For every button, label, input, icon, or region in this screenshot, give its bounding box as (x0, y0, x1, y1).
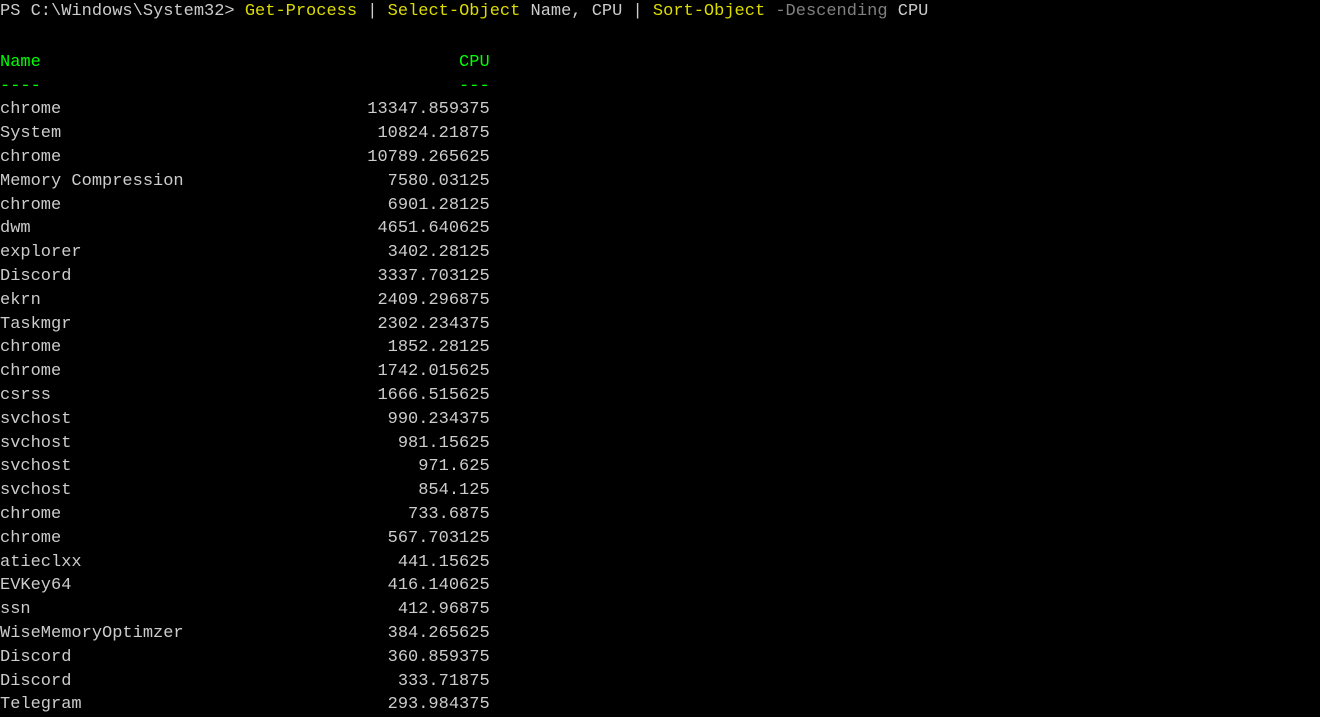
process-cpu: 412.96875 (367, 598, 489, 622)
process-cpu: 2302.234375 (367, 313, 489, 337)
table-row: chrome567.703125 (0, 527, 1320, 551)
table-row: ssn412.96875 (0, 598, 1320, 622)
table-row: Discord360.859375 (0, 646, 1320, 670)
process-cpu: 971.625 (367, 455, 489, 479)
process-cpu: 293.984375 (367, 693, 489, 717)
process-name: Discord (0, 646, 367, 670)
process-name: chrome (0, 527, 367, 551)
process-name: svchost (0, 432, 367, 456)
args-select: Name, CPU (520, 2, 632, 21)
process-cpu: 3337.703125 (367, 265, 489, 289)
process-cpu: 854.125 (367, 479, 489, 503)
prompt-line: PS C:\Windows\System32> Get-Process | Se… (0, 0, 1320, 28)
table-row: svchost981.15625 (0, 432, 1320, 456)
pipe-2: | (633, 2, 653, 21)
table-row: chrome10789.265625 (0, 146, 1320, 170)
process-name: svchost (0, 479, 367, 503)
cmdlet-get-process: Get-Process (245, 2, 357, 21)
table-row: explorer3402.28125 (0, 241, 1320, 265)
powershell-terminal[interactable]: PS C:\Windows\System32> Get-Process | Se… (0, 0, 1320, 717)
table-body: chrome13347.859375System10824.21875chrom… (0, 98, 1320, 717)
table-row: atieclxx441.15625 (0, 551, 1320, 575)
process-cpu: 10789.265625 (367, 146, 489, 170)
process-cpu: 13347.859375 (367, 98, 489, 122)
process-cpu: 416.140625 (367, 574, 489, 598)
cmdlet-sort-object: Sort-Object (653, 2, 765, 21)
process-name: svchost (0, 408, 367, 432)
table-row: System10824.21875 (0, 122, 1320, 146)
process-name: System (0, 122, 367, 146)
table-row: svchost971.625 (0, 455, 1320, 479)
process-name: chrome (0, 503, 367, 527)
process-cpu: 4651.640625 (367, 217, 489, 241)
process-name: chrome (0, 146, 367, 170)
process-cpu: 2409.296875 (367, 289, 489, 313)
process-name: chrome (0, 194, 367, 218)
table-row: WiseMemoryOptimzer384.265625 (0, 622, 1320, 646)
process-cpu: 384.265625 (367, 622, 489, 646)
process-cpu: 10824.21875 (367, 122, 489, 146)
process-name: chrome (0, 336, 367, 360)
process-name: ssn (0, 598, 367, 622)
process-name: ekrn (0, 289, 367, 313)
pipe-1: | (357, 2, 388, 21)
table-row: chrome1852.28125 (0, 336, 1320, 360)
process-cpu: 6901.28125 (367, 194, 489, 218)
table-row: csrss1666.515625 (0, 384, 1320, 408)
process-cpu: 733.6875 (367, 503, 489, 527)
prompt-prefix: PS C:\Windows\System32> (0, 2, 245, 21)
process-name: csrss (0, 384, 367, 408)
process-name: WiseMemoryOptimzer (0, 622, 367, 646)
table-row: chrome1742.015625 (0, 360, 1320, 384)
table-row: Memory Compression7580.03125 (0, 170, 1320, 194)
process-cpu: 567.703125 (367, 527, 489, 551)
process-name: chrome (0, 360, 367, 384)
switch-descending: -Descending (765, 2, 898, 21)
process-cpu: 441.15625 (367, 551, 489, 575)
process-cpu: 7580.03125 (367, 170, 489, 194)
table-row: svchost990.234375 (0, 408, 1320, 432)
process-name: Memory Compression (0, 170, 367, 194)
table-row: Taskmgr2302.234375 (0, 313, 1320, 337)
process-cpu: 3402.28125 (367, 241, 489, 265)
process-cpu: 1742.015625 (367, 360, 489, 384)
table-row: Telegram293.984375 (0, 693, 1320, 717)
table-row: svchost854.125 (0, 479, 1320, 503)
process-name: dwm (0, 217, 367, 241)
header-cpu: CPU (367, 51, 489, 75)
process-cpu: 981.15625 (367, 432, 489, 456)
header-name: Name (0, 51, 367, 75)
process-cpu: 1852.28125 (367, 336, 489, 360)
process-cpu: 360.859375 (367, 646, 489, 670)
process-name: chrome (0, 98, 367, 122)
table-header: NameCPU (0, 51, 1320, 75)
divider-name: ---- (0, 75, 367, 99)
table-divider: ------- (0, 75, 1320, 99)
table-row: EVKey64416.140625 (0, 574, 1320, 598)
process-name: explorer (0, 241, 367, 265)
process-name: Telegram (0, 693, 367, 717)
process-name: svchost (0, 455, 367, 479)
process-name: Discord (0, 265, 367, 289)
divider-cpu: --- (367, 75, 489, 99)
process-cpu: 1666.515625 (367, 384, 489, 408)
table-row: Discord3337.703125 (0, 265, 1320, 289)
process-name: EVKey64 (0, 574, 367, 598)
process-name: atieclxx (0, 551, 367, 575)
table-row: chrome13347.859375 (0, 98, 1320, 122)
table-row: chrome6901.28125 (0, 194, 1320, 218)
table-row: dwm4651.640625 (0, 217, 1320, 241)
process-name: Taskmgr (0, 313, 367, 337)
arg-cpu: CPU (898, 2, 929, 21)
process-cpu: 990.234375 (367, 408, 489, 432)
table-row: ekrn2409.296875 (0, 289, 1320, 313)
blank-row (0, 28, 1320, 51)
table-row: chrome733.6875 (0, 503, 1320, 527)
cmdlet-select-object: Select-Object (388, 2, 521, 21)
